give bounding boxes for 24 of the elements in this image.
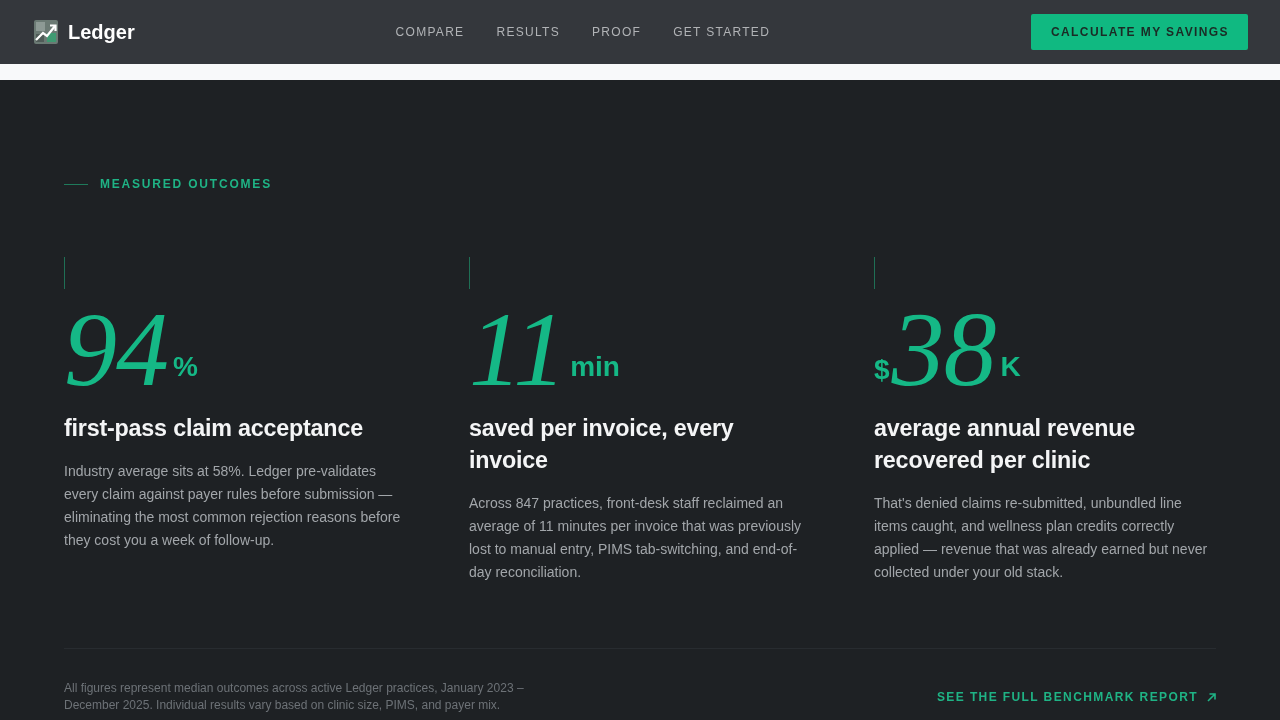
arrow-up-right-icon [1207,692,1216,702]
stat-description: Across 847 practices, front-desk staff reclaimed an average of 11 minutes per invoice that was previously lost to manual entry, PIMS tab-switching, and end-of-day reconciliation. [469,494,803,582]
calculate-savings-button[interactable]: CALCULATE MY SAVINGS [1031,14,1248,50]
benchmark-report-link[interactable]: SEE THE FULL BENCHMARK REPORT [936,689,1216,705]
stat-heading: saved per invoice, every invoice [469,414,735,475]
stat-description: That's denied claims re-submitted, unbundled line items caught, and wellness plan credits correctly applied — revenue that was already earned but never collected under your old stack. [874,494,1209,582]
brand-name[interactable]: Ledger [68,20,135,44]
stat-number: 38 [891,297,996,403]
stat-number: 11 [469,297,566,403]
stat-heading: average annual revenue recovered per clinic [874,414,1137,475]
stat-prefix: $ [874,356,890,384]
stat-unit: K [1000,353,1021,381]
stat-number: 94 [64,297,168,403]
stat-unit: min [570,353,620,381]
footnote-text: All figures represent median outcomes across active Ledger practices, January 2023 – December 2025. Individual results vary based on clinic size, PIMS, and payer mix. [64,680,525,714]
nav-link[interactable]: RESULTS [496,24,560,40]
stat-description: Industry average sits at 58%. Ledger pre-validates every claim against payer rules before submission — eliminating the most common rejection reasons before they cost you a week of follow-up. [64,462,402,550]
nav-link[interactable]: PROOF [592,24,642,40]
section-eyebrow: MEASURED OUTCOMES [100,176,272,192]
stat-heading: first-pass claim acceptance [64,414,364,443]
stat-unit: % [173,353,198,381]
nav-link[interactable]: COMPARE [395,24,465,40]
trend-chart-icon [34,20,58,44]
nav-link[interactable]: GET STARTED [673,24,771,40]
